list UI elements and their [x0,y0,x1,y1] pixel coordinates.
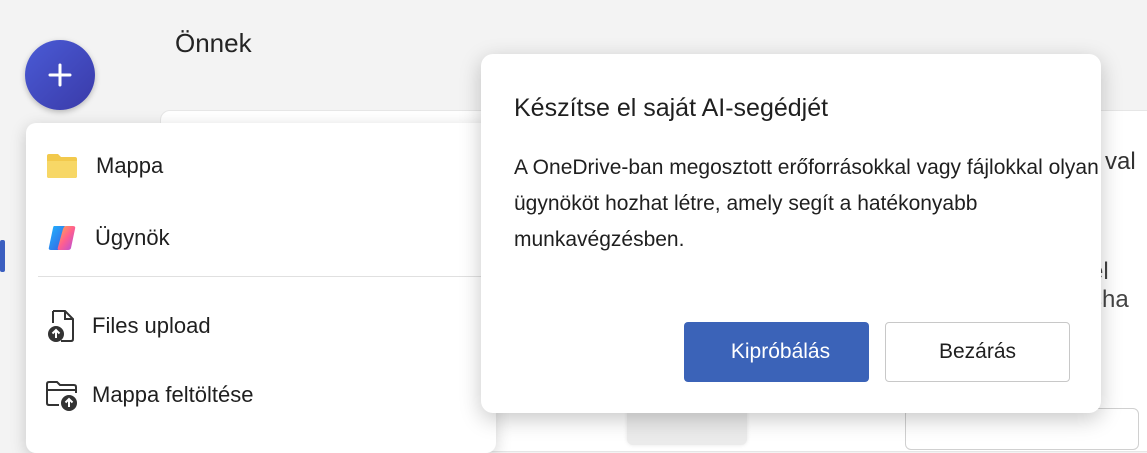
copilot-icon [45,221,79,255]
menu-item-files-upload[interactable]: Files upload [26,299,496,353]
background-text: val [1105,148,1136,175]
menu-item-label: Mappa feltöltése [92,382,254,407]
callout-title: Készítse el saját AI-segédjét [514,94,829,122]
nav-selection-indicator [0,240,5,272]
menu-divider [38,276,496,277]
agent-callout: Készítse el saját AI-segédjét A OneDrive… [481,54,1101,413]
folder-icon [45,149,79,183]
background-button[interactable] [905,408,1139,450]
close-button[interactable]: Bezárás [885,322,1070,382]
menu-item-label: Ügynök [95,225,170,250]
folder-upload-icon [45,378,79,412]
plus-icon [48,63,72,87]
callout-body: A OneDrive-ban megosztott erőforrásokkal… [514,156,1099,251]
page-title: Önnek [175,28,252,58]
menu-item-folder-upload[interactable]: Mappa feltöltése [26,368,496,422]
menu-item-label: Files upload [92,313,211,338]
file-upload-icon [45,309,79,343]
callout-beak [465,220,482,252]
new-menu: Mappa Ügynök Files upload Mappa feltölté… [26,123,496,453]
try-button[interactable]: Kipróbálás [684,322,869,382]
new-button[interactable] [25,40,95,110]
menu-item-agent[interactable]: Ügynök [26,211,496,265]
menu-item-folder[interactable]: Mappa [26,139,496,193]
menu-item-label: Mappa [96,153,164,178]
